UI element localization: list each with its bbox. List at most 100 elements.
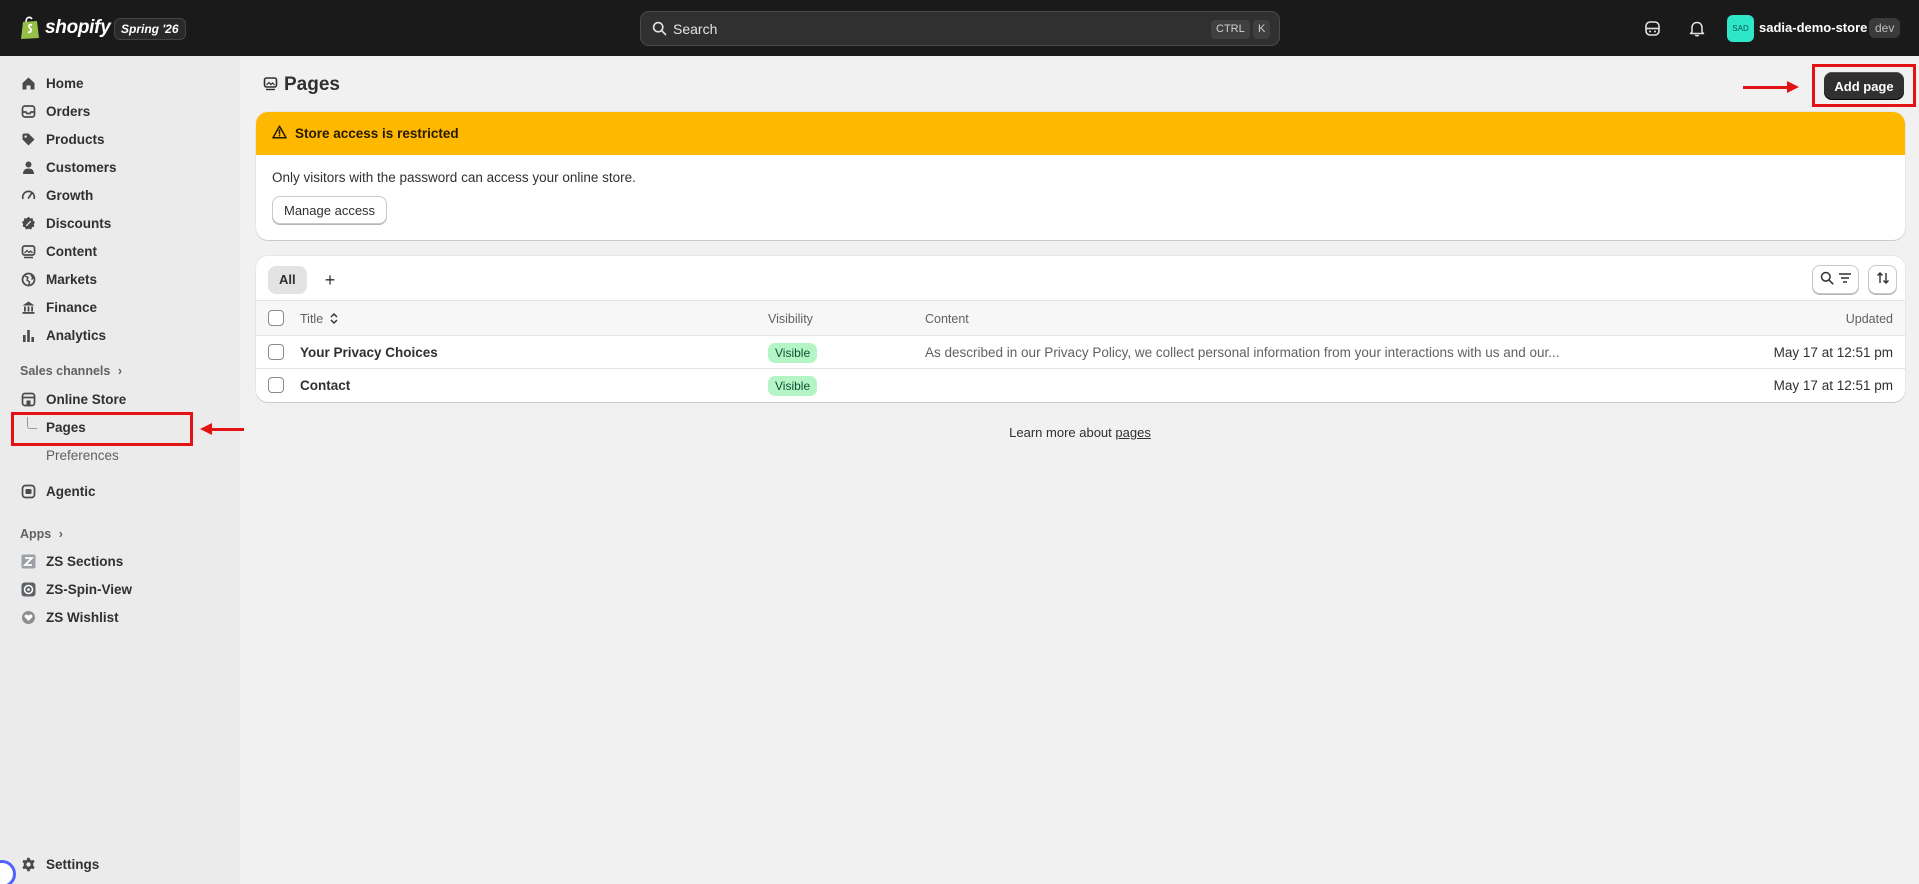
store-avatar[interactable]: SAD (1727, 15, 1754, 42)
home-icon (20, 75, 36, 91)
select-all-checkbox[interactable] (268, 310, 284, 326)
sidekick-icon[interactable] (1641, 17, 1663, 39)
sidebar-item-preferences[interactable]: Preferences (46, 448, 119, 463)
sidebar-item-finance[interactable]: Finance (20, 294, 97, 320)
table-row[interactable]: Your Privacy Choices Visible As describe… (256, 336, 1905, 369)
search-icon (652, 21, 667, 39)
search-filter-button[interactable] (1812, 265, 1859, 294)
sort-button[interactable] (1868, 265, 1897, 294)
apps-label: Apps (20, 527, 52, 541)
sidebar-item-markets[interactable]: Markets (20, 266, 97, 292)
pages-icon (263, 76, 278, 94)
table-header: Title Visibility Content Updated (256, 300, 1905, 336)
sidebar-item-label: Markets (46, 271, 98, 287)
discount-icon (20, 215, 36, 231)
gear-icon (20, 856, 36, 872)
shortcut-k: K (1253, 20, 1271, 39)
shopify-bag-icon (20, 16, 40, 40)
sidebar-item-products[interactable]: Products (20, 126, 105, 152)
sidebar-item-label: ZS Sections (46, 553, 124, 569)
sidebar-item-label: Orders (46, 103, 91, 119)
sidebar-item-settings[interactable]: Settings (20, 851, 99, 877)
visibility-badge: Visible (768, 376, 818, 396)
learn-more-link[interactable]: pages (1115, 425, 1150, 440)
agentic-icon (20, 483, 36, 499)
learn-more-text: Learn more about (1009, 425, 1112, 440)
tag-icon (20, 131, 36, 147)
sidebar-item-agentic[interactable]: Agentic (20, 478, 96, 504)
page-header: Pages (263, 74, 340, 96)
sidebar: Home Orders Products Customers Growth Di… (0, 56, 244, 884)
row-checkbox[interactable] (268, 377, 284, 393)
sidebar-item-label: Agentic (46, 483, 96, 499)
table-row[interactable]: Contact Visible May 17 at 12:51 pm (256, 369, 1905, 402)
column-header-content: Content (925, 312, 969, 326)
sidebar-item-discounts[interactable]: Discounts (20, 210, 111, 236)
column-header-label: Title (300, 312, 324, 326)
column-header-updated: Updated (1845, 312, 1893, 326)
sidebar-item-label: Growth (46, 187, 94, 203)
pages-table-card: All + Title Visibility Content Updated Y… (256, 256, 1905, 402)
column-header-title[interactable]: Title (300, 312, 338, 327)
sidebar-item-zs-wishlist[interactable]: ZS Wishlist (20, 604, 119, 630)
search-placeholder: Search (673, 21, 718, 37)
sidebar-item-zs-spin-view[interactable]: ZS-Spin-View (20, 576, 132, 602)
annotation-arrow-right (1743, 81, 1799, 93)
sidebar-item-label: Finance (46, 299, 98, 315)
highlight-box-add-page (1812, 64, 1916, 107)
apps-heading[interactable]: Apps › (20, 527, 63, 541)
top-bar: shopify Spring '26 Search CTRL K SAD sad… (0, 0, 1919, 56)
sidebar-item-label: ZS Wishlist (46, 609, 119, 625)
sidebar-item-label: Products (46, 131, 105, 147)
bell-icon[interactable] (1686, 17, 1708, 39)
sidebar-item-content[interactable]: Content (20, 238, 97, 264)
help-bubble-icon[interactable] (0, 860, 16, 884)
sales-channels-label: Sales channels (20, 364, 111, 378)
sidebar-item-label: Discounts (46, 215, 112, 231)
chevron-right-icon: › (58, 527, 63, 541)
store-name[interactable]: sadia-demo-store (1759, 20, 1867, 35)
edition-badge[interactable]: Spring '26 (114, 18, 186, 40)
add-view-button[interactable]: + (318, 268, 342, 292)
sidebar-item-label: Home (46, 75, 84, 91)
row-checkbox[interactable] (268, 344, 284, 360)
sidebar-item-label: Online Store (46, 391, 127, 407)
inbox-icon (20, 103, 36, 119)
zs-sections-icon (20, 553, 36, 569)
bank-icon (20, 299, 36, 315)
sort-toggle-icon (330, 312, 338, 327)
store-dev-badge: dev (1869, 18, 1901, 38)
sidebar-item-growth[interactable]: Growth (20, 182, 93, 208)
sidebar-item-analytics[interactable]: Analytics (20, 322, 106, 348)
sidebar-item-online-store[interactable]: Online Store (20, 386, 126, 412)
page-title-cell[interactable]: Contact (300, 378, 350, 393)
sidebar-item-zs-sections[interactable]: ZS Sections (20, 548, 123, 574)
sales-channels-heading[interactable]: Sales channels › (20, 364, 122, 378)
column-header-visibility: Visibility (768, 312, 813, 326)
manage-access-button[interactable]: Manage access (272, 196, 388, 224)
chevron-right-icon: › (117, 364, 122, 378)
shopify-logo[interactable]: shopify (20, 16, 111, 40)
storefront-icon (20, 391, 36, 407)
brand-name: shopify (45, 17, 111, 38)
sidebar-item-customers[interactable]: Customers (20, 154, 117, 180)
updated-date: May 17 at 12:51 pm (1773, 345, 1893, 360)
visibility-badge: Visible (768, 343, 818, 363)
search-input[interactable]: Search CTRL K (640, 11, 1280, 46)
warning-icon (272, 125, 287, 142)
page-title-cell[interactable]: Your Privacy Choices (300, 345, 438, 360)
sidebar-item-label: ZS-Spin-View (46, 581, 133, 597)
sidebar-item-orders[interactable]: Orders (20, 98, 90, 124)
sidebar-item-home[interactable]: Home (20, 70, 84, 96)
bar-chart-icon (20, 327, 36, 343)
globe-icon (20, 271, 36, 287)
search-icon (1820, 271, 1834, 288)
banner-message: Only visitors with the password can acce… (272, 170, 636, 185)
gauge-icon (20, 187, 36, 203)
page-title: Pages (284, 74, 340, 95)
banner-title: Store access is restricted (295, 126, 459, 141)
sidebar-item-label: Customers (46, 159, 117, 175)
tab-all[interactable]: All (268, 266, 307, 294)
filter-icon (1838, 272, 1852, 287)
content-preview: As described in our Privacy Policy, we c… (925, 345, 1560, 360)
